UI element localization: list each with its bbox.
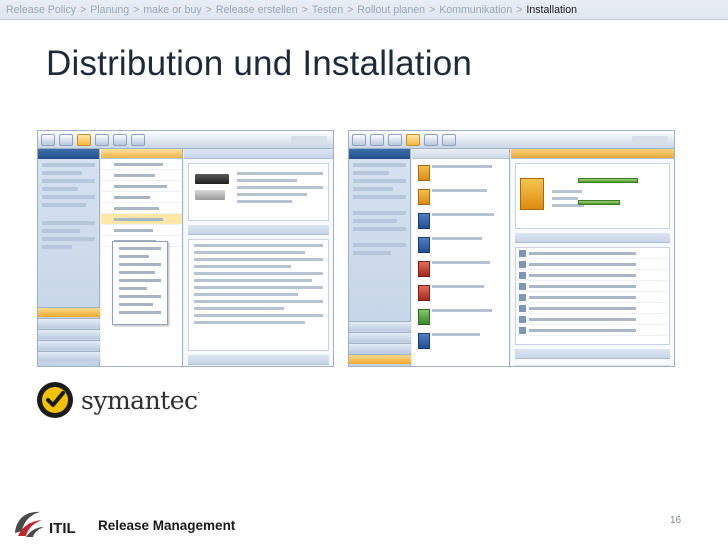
console-detail-pane: [511, 149, 674, 366]
breadcrumb-separator: >: [429, 3, 436, 16]
breadcrumb-separator: >: [133, 3, 140, 16]
symantec-wordmark: symantec.: [81, 385, 200, 415]
console-nav-pane: [38, 149, 100, 366]
breadcrumb-item[interactable]: Testen: [312, 4, 343, 16]
breadcrumb-separator: >: [80, 3, 87, 16]
breadcrumb-item[interactable]: Release erstellen: [216, 4, 298, 16]
ribbon-button: [41, 133, 55, 146]
breadcrumb-item[interactable]: Release Policy: [6, 4, 76, 16]
ribbon-button: [77, 133, 91, 146]
page-number: 16: [670, 515, 682, 526]
console-brand-mark: [632, 135, 668, 144]
ribbon-button: [95, 133, 109, 146]
ribbon-button: [59, 133, 73, 146]
console-software-list: [412, 149, 510, 366]
breadcrumb-separator: >: [516, 3, 523, 16]
symantec-logo: symantec.: [35, 380, 200, 420]
itil-logo: ITIL: [15, 511, 76, 537]
slide-title: Distribution und Installation: [46, 44, 473, 83]
context-menu: [112, 241, 168, 325]
svg-text:ITIL: ITIL: [49, 520, 76, 537]
console-ribbon: [349, 131, 674, 149]
ribbon-button: [131, 133, 145, 146]
ribbon-button: [370, 133, 384, 146]
console-brand-mark: [291, 135, 327, 144]
ribbon-button: [406, 133, 420, 146]
console-nav-pane: [349, 149, 411, 366]
console-ribbon: [38, 131, 333, 149]
breadcrumb-separator: >: [205, 3, 212, 16]
breadcrumb-item[interactable]: Planung: [90, 4, 129, 16]
ribbon-button: [388, 133, 402, 146]
breadcrumb: Release Policy > Planung > make or buy > Relea…: [0, 0, 728, 20]
breadcrumb-item[interactable]: make or buy: [143, 4, 201, 16]
breadcrumb-item[interactable]: Rollout planen: [357, 4, 425, 16]
ribbon-button: [113, 133, 127, 146]
breadcrumb-item[interactable]: Installation: [526, 4, 577, 16]
symantec-logo-icon: [37, 382, 73, 418]
footer-label: Release Management: [98, 518, 236, 533]
ribbon-button: [442, 133, 456, 146]
ribbon-button: [352, 133, 366, 146]
breadcrumb-separator: >: [301, 3, 308, 16]
screenshot-computers-console: [37, 130, 334, 367]
breadcrumb-item[interactable]: Kommunikation: [439, 4, 512, 16]
breadcrumb-separator: >: [347, 3, 354, 16]
ribbon-button: [424, 133, 438, 146]
screenshot-software-console: [348, 130, 675, 367]
console-detail-pane: [184, 149, 333, 366]
